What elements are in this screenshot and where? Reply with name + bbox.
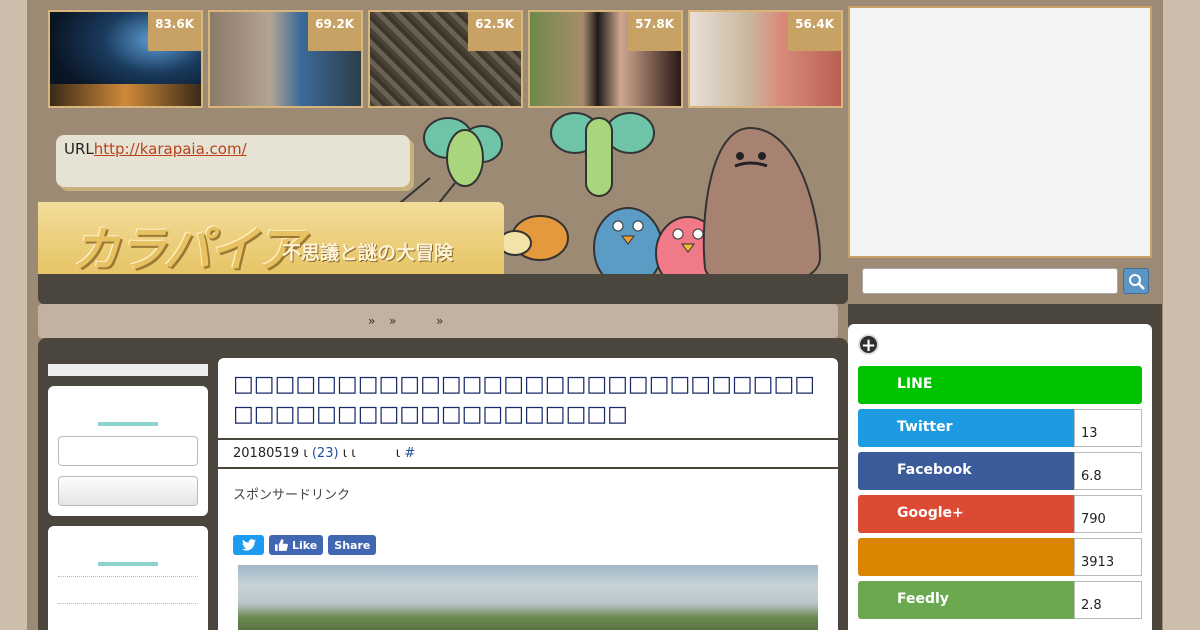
title-divider	[218, 438, 838, 440]
breadcrumb-separator: »	[436, 314, 444, 328]
site-url-link[interactable]: http://karapaia.com/	[94, 140, 247, 158]
sidebar-search-button[interactable]	[58, 476, 198, 506]
share-label: Twitter	[858, 409, 1075, 447]
left-sidebar-header	[48, 364, 208, 376]
share-row-googleplus[interactable]: Google+ 790	[858, 495, 1142, 533]
widget-accent-line	[98, 422, 158, 426]
article-meta: 20180519 ι (23) ι ι ι #	[233, 446, 415, 461]
facebook-share-button[interactable]: Share	[328, 535, 377, 555]
list-divider	[58, 603, 198, 604]
share-row-facebook[interactable]: Facebook 6.8	[858, 452, 1142, 490]
share-row-feedly[interactable]: Feedly 2.8	[858, 581, 1142, 619]
share-label: Google+	[858, 495, 1075, 533]
thumbnail-view-count: 83.6K	[148, 12, 201, 51]
share-count: 3913	[1074, 538, 1142, 576]
widget-accent-line	[98, 562, 158, 566]
share-label: Feedly	[858, 581, 1075, 619]
site-url-bubble: URLhttp://karapaia.com/	[56, 135, 410, 187]
meta-separator: ι ι	[342, 446, 356, 461]
breadcrumb-separator: »	[389, 314, 397, 328]
site-tagline: 不思議と謎の大冒険	[282, 242, 454, 264]
thumbnail-3[interactable]: 62.5K	[368, 10, 523, 108]
article: □□□□□□□□□□□□□□□□□□□□□□□□□□□□□□□□□□□□□□□□…	[218, 358, 838, 630]
meta-separator: ι	[303, 446, 308, 461]
share-count: 2.8	[1074, 581, 1142, 619]
thumbnail-view-count: 56.4K	[788, 12, 841, 51]
thumbnail-view-count: 57.8K	[628, 12, 681, 51]
share-label: Share	[334, 538, 371, 552]
meta-divider	[218, 467, 838, 469]
search-input[interactable]	[862, 268, 1118, 294]
breadcrumb-separator: »	[368, 314, 376, 328]
meta-separator: ι	[395, 446, 401, 461]
plus-circle-icon[interactable]: +	[858, 334, 879, 356]
sponsored-link-label: スポンサードリンク	[233, 488, 351, 503]
header-divider	[38, 274, 848, 304]
social-share-panel: + LINE Twitter 13 Facebook 6.8 Google+ 7…	[848, 324, 1152, 630]
search-icon	[1129, 274, 1145, 290]
share-label	[858, 538, 1075, 576]
share-count: 790	[1074, 495, 1142, 533]
article-hero-image[interactable]	[238, 565, 818, 630]
twitter-bird-icon	[241, 539, 256, 551]
share-count: 6.8	[1074, 452, 1142, 490]
sidebar-search-input[interactable]	[58, 436, 198, 466]
left-sidebar-search-widget	[48, 386, 208, 516]
site-logo-banner[interactable]: カラパイア 不思議と謎の大冒険	[38, 202, 504, 278]
share-label: LINE	[858, 366, 1142, 404]
search-button[interactable]	[1123, 268, 1149, 294]
share-row-line[interactable]: LINE	[858, 366, 1142, 404]
share-count: 13	[1074, 409, 1142, 447]
article-date: 20180519	[233, 446, 300, 461]
share-row-twitter[interactable]: Twitter 13	[858, 409, 1142, 447]
share-row-hatena[interactable]: 3913	[858, 538, 1142, 576]
thumbnail-2[interactable]: 69.2K	[208, 10, 363, 108]
ad-box	[848, 6, 1152, 258]
tweet-button[interactable]	[233, 535, 264, 555]
thumbnail-view-count: 69.2K	[308, 12, 361, 51]
breadcrumb: » » »	[38, 304, 838, 338]
site-logo: カラパイア	[72, 222, 304, 278]
thumbnail-1[interactable]: 83.6K	[48, 10, 203, 108]
thumbs-up-icon	[275, 539, 288, 551]
article-title[interactable]: □□□□□□□□□□□□□□□□□□□□□□□□□□□□□□□□□□□□□□□□…	[233, 370, 823, 430]
thumbnail-view-count: 62.5K	[468, 12, 521, 51]
url-prefix: URL	[64, 140, 94, 158]
left-sidebar-list-widget	[48, 526, 208, 630]
share-buttons: Like Share	[233, 535, 377, 555]
tag-hash-link[interactable]: #	[404, 446, 415, 461]
share-label: Facebook	[858, 452, 1075, 490]
list-divider	[58, 576, 198, 577]
like-label: Like	[292, 538, 318, 552]
thumbnail-5[interactable]: 56.4K	[688, 10, 843, 108]
popular-thumbnails: 83.6K 69.2K 62.5K 57.8K 56.4K	[48, 10, 843, 108]
facebook-like-button[interactable]: Like	[269, 535, 324, 555]
thumbnail-4[interactable]: 57.8K	[528, 10, 683, 108]
comment-count-link[interactable]: (23)	[312, 446, 339, 461]
